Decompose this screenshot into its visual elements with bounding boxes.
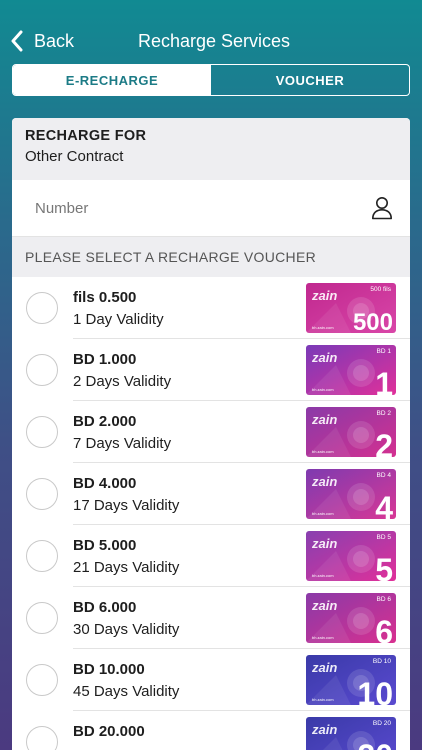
card-denomination-number: 6 <box>375 614 393 643</box>
page-title: Recharge Services <box>137 31 291 51</box>
card-brand-logo: zain <box>312 288 338 303</box>
voucher-card-image: zain BD 10 10 bh.zain.com <box>306 655 396 705</box>
voucher-validity: 2 Days Validity <box>73 373 172 390</box>
card-denomination-tag: BD 2 <box>376 410 391 417</box>
voucher-amount: BD 4.000 <box>73 475 137 492</box>
card-brand-logo: zain <box>312 350 338 365</box>
card-denomination-number: 1 <box>375 366 393 395</box>
voucher-amount: fils 0.500 <box>73 289 137 306</box>
voucher-validity: 21 Days Validity <box>73 559 180 576</box>
card-denomination-tag: BD 4 <box>376 472 391 479</box>
number-row <box>12 180 410 237</box>
recharge-type-segmented-control: E-RECHARGE VOUCHER <box>12 64 410 96</box>
voucher-row[interactable]: BD 5.000 21 Days Validity zain BD 5 5 bh.zain… <box>12 525 410 587</box>
card-denomination-tag: BD 6 <box>376 596 391 603</box>
voucher-amount: BD 6.000 <box>73 599 137 616</box>
card-url: bh.zain.com <box>312 387 334 392</box>
voucher-card-image: zainBD 2020bh.zain.com <box>306 717 396 750</box>
voucher-amount: BD 2.000 <box>73 413 137 430</box>
voucher-row[interactable]: fils 0.500 1 Day Validity zain 500 fils 500 b… <box>12 277 410 339</box>
voucher-radio[interactable] <box>26 664 58 696</box>
voucher-row[interactable]: BD 10.000 45 Days Validity zain BD 10 10 bh.z… <box>12 649 410 711</box>
card-url: bh.zain.com <box>312 511 334 516</box>
card-brand-logo: zain <box>312 722 338 737</box>
card-url: bh.zain.com <box>312 635 334 640</box>
voucher-validity: 17 Days Validity <box>73 497 180 514</box>
card-url: bh.zain.com <box>312 449 334 454</box>
recharge-for-section[interactable]: RECHARGE FOR Other Contract <box>12 118 410 180</box>
card-brand-logo: zain <box>312 598 338 613</box>
voucher-radio[interactable] <box>26 726 58 750</box>
card-url: bh.zain.com <box>312 325 334 330</box>
card-denomination-number: 4 <box>375 490 393 519</box>
card-denomination-tag: BD 10 <box>372 658 391 665</box>
voucher-row[interactable]: BD 4.000 17 Days Validity zain BD 4 4 bh.zain… <box>12 463 410 525</box>
voucher-radio[interactable] <box>26 602 58 634</box>
card-denomination-tag: BD 1 <box>376 348 391 355</box>
voucher-row[interactable]: BD 2.000 7 Days Validity zain BD 2 2 bh.zain.… <box>12 401 410 463</box>
voucher-radio[interactable] <box>26 416 58 448</box>
number-input[interactable] <box>35 180 355 237</box>
recharge-card: RECHARGE FOR Other Contract PLEASE SELEC… <box>12 118 410 750</box>
voucher-validity: 7 Days Validity <box>73 435 172 452</box>
card-denomination-number: 5 <box>375 552 393 581</box>
card-brand-logo: zain <box>312 660 338 675</box>
voucher-radio[interactable] <box>26 354 58 386</box>
voucher-validity: 1 Day Validity <box>73 311 164 328</box>
card-denomination-number: 500 <box>352 309 393 334</box>
recharge-for-value: Other Contract <box>25 148 124 165</box>
voucher-amount: BD 1.000 <box>73 351 137 368</box>
recharge-for-label: RECHARGE FOR <box>25 128 147 144</box>
voucher-list: fils 0.500 1 Day Validity zain 500 fils 500 b… <box>12 277 410 750</box>
voucher-card-image: zain BD 5 5 bh.zain.com <box>306 531 396 581</box>
card-denomination-tag: 500 fils <box>370 286 391 293</box>
voucher-card-image: zain BD 1 1 bh.zain.com <box>306 345 396 395</box>
voucher-amount: BD 5.000 <box>73 537 137 554</box>
voucher-card-image: zain 500 fils 500 bh.zain.com <box>306 283 396 333</box>
card-denomination-number: 2 <box>375 428 393 457</box>
card-brand-logo: zain <box>312 536 338 551</box>
card-denomination-number: 10 <box>357 676 393 705</box>
card-url: bh.zain.com <box>312 697 334 702</box>
card-brand-logo: zain <box>312 412 338 427</box>
card-brand-logo: zain <box>312 474 338 489</box>
voucher-amount: BD 10.000 <box>73 661 145 678</box>
contact-picker-icon[interactable] <box>371 196 393 220</box>
voucher-card-image: zain BD 2 2 bh.zain.com <box>306 407 396 457</box>
voucher-row[interactable]: BD 1.000 2 Days Validity zain BD 1 1 bh.zain.… <box>12 339 410 401</box>
voucher-validity: 30 Days Validity <box>73 621 180 638</box>
voucher-validity: 45 Days Validity <box>73 683 180 700</box>
card-denomination-number: 20 <box>357 740 393 750</box>
tab-e-recharge[interactable]: E-RECHARGE <box>13 65 211 95</box>
voucher-radio[interactable] <box>26 292 58 324</box>
voucher-card-image: zain BD 4 4 bh.zain.com <box>306 469 396 519</box>
nav-bar: Back Recharge Services <box>0 0 422 62</box>
card-denomination-tag: BD 5 <box>376 534 391 541</box>
card-denomination-tag: BD 20 <box>372 720 391 727</box>
tab-voucher[interactable]: VOUCHER <box>211 65 409 95</box>
voucher-card-image: zain BD 6 6 bh.zain.com <box>306 593 396 643</box>
voucher-section-header: PLEASE SELECT A RECHARGE VOUCHER <box>12 237 410 277</box>
voucher-radio[interactable] <box>26 540 58 572</box>
voucher-row[interactable]: BD 20.000zainBD 2020bh.zain.com <box>12 711 410 750</box>
voucher-amount: BD 20.000 <box>73 723 145 740</box>
voucher-row[interactable]: BD 6.000 30 Days Validity zain BD 6 6 bh.zain… <box>12 587 410 649</box>
voucher-radio[interactable] <box>26 478 58 510</box>
card-url: bh.zain.com <box>312 573 334 578</box>
